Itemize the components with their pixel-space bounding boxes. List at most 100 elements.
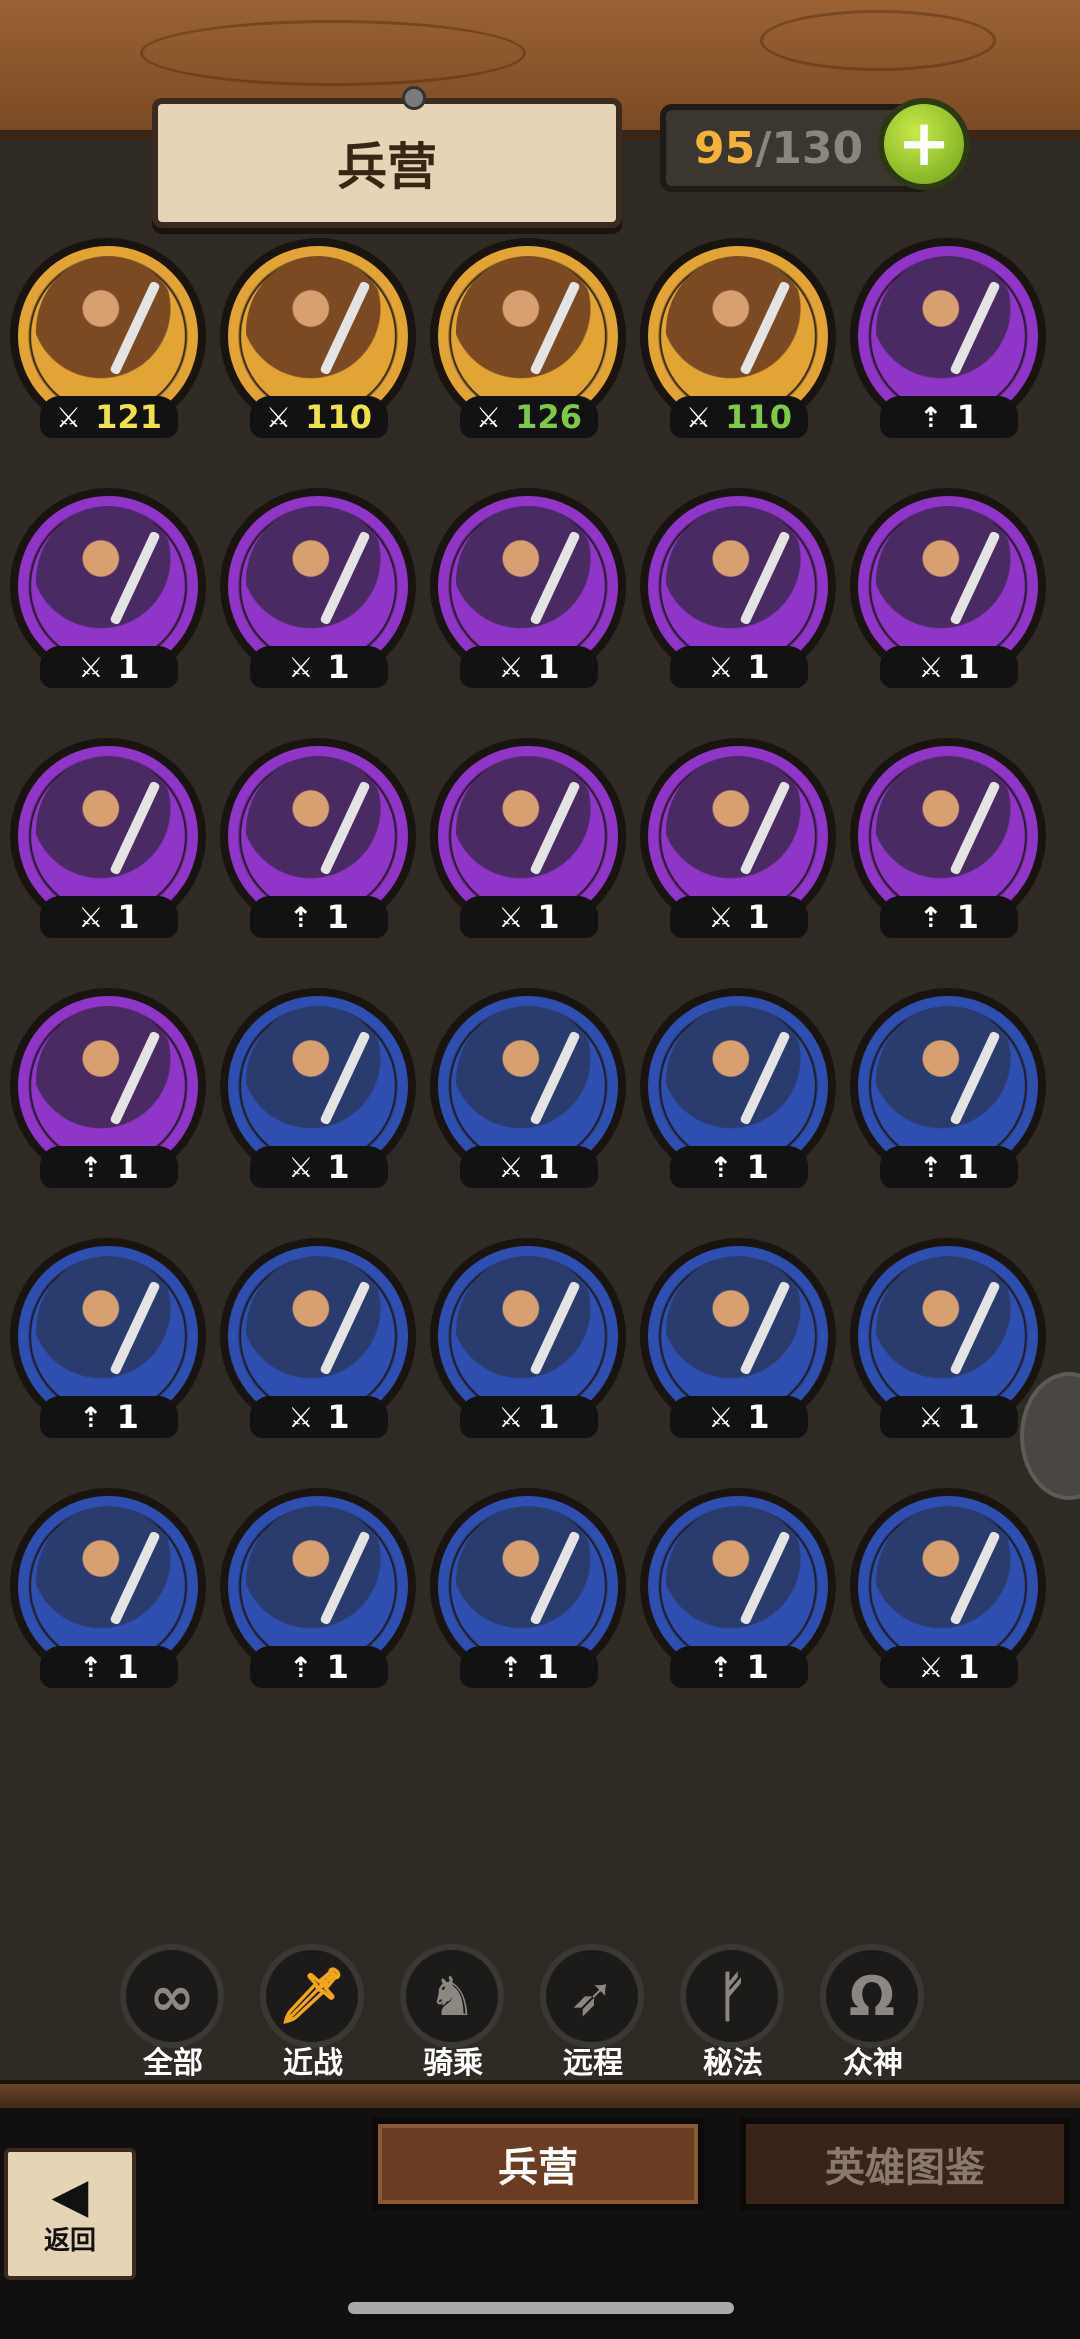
unit-portrait [456,1256,600,1406]
plus-icon: + [897,107,951,181]
filter-rune[interactable]: ᚠ 秘法 [678,1940,788,2081]
unit-count: 1 [116,1148,139,1186]
unit-count-badge: ⚔ 1 [670,646,808,688]
unit-portrait [36,1506,180,1656]
unit-card[interactable]: ⇡ 1 [220,1488,420,1698]
unit-count: 126 [515,398,582,436]
unit-card[interactable]: ⇡ 1 [850,988,1050,1198]
back-button[interactable]: ◀ 返回 [4,2148,136,2280]
unit-portrait [876,506,1020,656]
filter-horse[interactable]: ♞ 骑乘 [398,1940,508,2081]
unit-card[interactable]: ⚔ 1 [220,488,420,698]
add-capacity-button[interactable]: + [878,98,970,190]
unit-card[interactable]: ⇡ 1 [850,738,1050,948]
unit-count: 1 [536,1648,559,1686]
unit-card[interactable]: ⚔ 1 [430,1238,630,1448]
unit-portrait [246,1256,390,1406]
unit-portrait [666,506,810,656]
spear-icon: ⇡ [79,1650,103,1684]
spear-icon: ⇡ [79,1150,103,1184]
unit-card[interactable]: ⚔ 1 [10,488,210,698]
unit-card[interactable]: ⚔ 1 [850,1238,1050,1448]
tab-hero-codex[interactable]: 英雄图鉴 [740,2118,1070,2210]
home-indicator[interactable] [348,2302,734,2314]
unit-count-badge: ⇡ 1 [880,1146,1018,1188]
filter-bow[interactable]: ➶ 远程 [538,1940,648,2081]
unit-portrait [666,1006,810,1156]
unit-count-badge: ⇡ 1 [880,896,1018,938]
spear-icon: ⇡ [499,1650,523,1684]
unit-card[interactable]: ⇡ 1 [640,988,840,1198]
unit-count-badge: ⇡ 1 [250,1646,388,1688]
unit-card[interactable]: ⇡ 1 [430,1488,630,1698]
spear-icon: ⇡ [709,1150,733,1184]
unit-count: 1 [956,1148,979,1186]
unit-card[interactable]: ⇡ 1 [10,988,210,1198]
unit-card[interactable]: ⚔ 126 [430,238,630,448]
unit-portrait [246,1006,390,1156]
spear-icon: ⇡ [79,1400,103,1434]
filter-omega[interactable]: Ω 众神 [818,1940,928,2081]
omega-icon: Ω [820,1944,924,2048]
unit-card[interactable]: ⚔ 1 [640,1238,840,1448]
unit-count-badge: ⚔ 1 [670,1396,808,1438]
unit-count-badge: ⚔ 1 [250,1396,388,1438]
unit-count-badge: ⇡ 1 [670,1146,808,1188]
unit-count: 1 [957,1398,980,1436]
unit-card[interactable]: ⇡ 1 [850,238,1050,448]
unit-card[interactable]: ⚔ 1 [430,488,630,698]
unit-card[interactable]: ⚔ 110 [220,238,420,448]
sword-icon: ⚔ [918,1650,944,1684]
unit-count: 1 [116,1398,139,1436]
unit-count: 110 [305,398,372,436]
unit-card[interactable]: ⚔ 1 [10,738,210,948]
unit-count-badge: ⚔ 1 [460,1396,598,1438]
unit-count-badge: ⚔ 1 [880,1646,1018,1688]
sword-icon: ⚔ [918,650,944,684]
unit-card[interactable]: ⚔ 1 [640,488,840,698]
unit-count: 1 [537,898,560,936]
infinity-icon: ∞ [120,1944,224,2048]
sword-icon: ⚔ [266,400,292,434]
unit-card[interactable]: ⚔ 1 [430,738,630,948]
unit-card[interactable]: ⚔ 1 [640,738,840,948]
unit-card[interactable]: ⚔ 110 [640,238,840,448]
filter-label: 骑乘 [423,2046,483,2081]
unit-card[interactable]: ⇡ 1 [10,1488,210,1698]
capacity-separator: / [755,122,772,174]
unit-count: 1 [957,648,980,686]
tab-barracks[interactable]: 兵营 [372,2118,704,2210]
unit-card[interactable]: ⇡ 1 [220,738,420,948]
unit-portrait [666,756,810,906]
unit-count: 110 [725,398,792,436]
unit-count: 1 [957,1648,980,1686]
unit-count-badge: ⇡ 1 [880,396,1018,438]
filter-label: 秘法 [703,2046,763,2081]
unit-count-badge: ⚔ 1 [250,646,388,688]
unit-count-badge: ⇡ 1 [460,1646,598,1688]
unit-card[interactable]: ⚔ 1 [220,988,420,1198]
page-title: 兵营 [337,138,437,196]
unit-card[interactable]: ⇡ 1 [10,1238,210,1448]
unit-count-badge: ⚔ 1 [40,646,178,688]
unit-count-badge: ⇡ 1 [40,1646,178,1688]
unit-count-badge: ⚔ 1 [460,1146,598,1188]
sword-icon: ⚔ [498,1150,524,1184]
unit-card[interactable]: ⇡ 1 [640,1488,840,1698]
sword-icon: ⚔ [686,400,712,434]
filter-infinity[interactable]: ∞ 全部 [118,1940,228,2081]
spear-icon: ⇡ [919,900,943,934]
unit-card[interactable]: ⚔ 1 [220,1238,420,1448]
unit-card[interactable]: ⚔ 1 [850,488,1050,698]
unit-card[interactable]: ⚔ 121 [10,238,210,448]
unit-count: 1 [746,1148,769,1186]
unit-portrait [246,256,390,406]
unit-portrait [456,1006,600,1156]
unit-card[interactable]: ⚔ 1 [430,988,630,1198]
unit-portrait [456,1506,600,1656]
bow-icon: ➶ [540,1944,644,2048]
spear-icon: ⇡ [289,1650,313,1684]
filter-sword[interactable]: 🗡 近战 [258,1940,368,2081]
unit-card[interactable]: ⚔ 1 [850,1488,1050,1698]
unit-count: 1 [327,1398,350,1436]
